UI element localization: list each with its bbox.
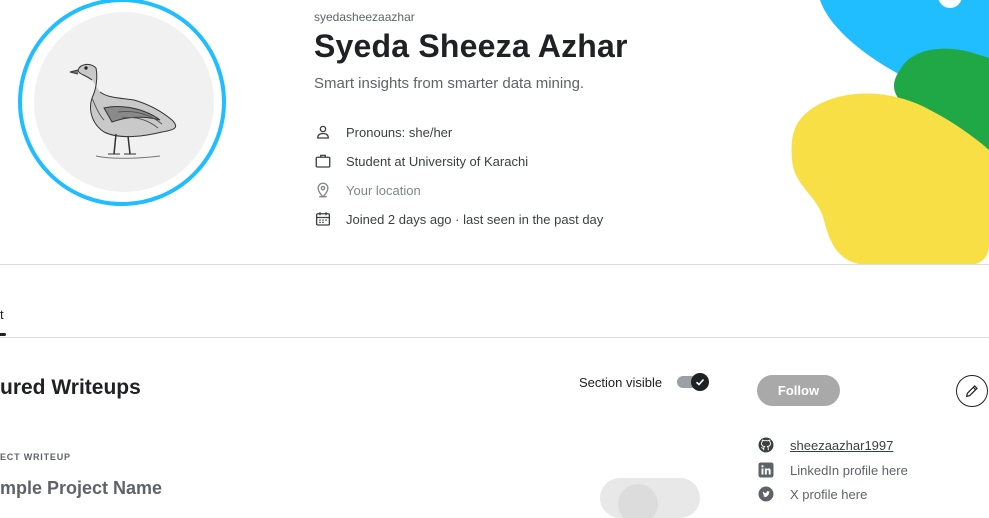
section-title: ured Writeups (0, 376, 141, 399)
tab-active-indicator (0, 333, 6, 336)
meta-occupation: Student at University of Karachi (314, 152, 528, 170)
github-icon (758, 437, 774, 453)
social-linkedin[interactable]: LinkedIn profile here (757, 461, 908, 479)
meta-location: Your location (314, 181, 421, 199)
briefcase-icon (315, 154, 331, 168)
toggle-knob[interactable] (691, 373, 709, 391)
pencil-icon (965, 385, 978, 398)
person-icon (317, 125, 329, 139)
meta-joined-text: Joined 2 days ago · last seen in the pas… (346, 211, 604, 227)
meta-pronouns: Pronouns: she/her (314, 123, 452, 141)
tab-active[interactable]: t (0, 307, 4, 322)
meta-location-text: Your location (346, 182, 421, 198)
location-pin-icon (317, 182, 329, 198)
calendar-icon (315, 212, 331, 226)
meta-occupation-text: Student at University of Karachi (346, 153, 529, 169)
avatar[interactable] (34, 12, 214, 192)
github-link[interactable]: sheezaazhar1997 (790, 438, 893, 453)
linkedin-icon (758, 462, 774, 478)
username: syedasheezaazhar (314, 10, 415, 24)
decorative-blobs (791, 0, 989, 265)
linkedin-placeholder[interactable]: LinkedIn profile here (790, 463, 908, 478)
meta-pronouns-text: Pronouns: she/her (346, 124, 453, 140)
writeup-title[interactable]: mple Project Name (0, 478, 162, 499)
tabs-divider (0, 337, 989, 338)
check-icon (695, 378, 705, 386)
writeup-kicker: ECT WRITEUP (0, 452, 71, 462)
social-github[interactable]: sheezaazhar1997 (757, 436, 893, 454)
writeup-thumbnail[interactable] (600, 478, 700, 518)
section-visible-label: Section visible (579, 375, 663, 390)
twitter-placeholder[interactable]: X profile here (790, 487, 867, 502)
twitter-icon (758, 486, 774, 502)
page-title: Syeda Sheeza Azhar (314, 28, 628, 64)
follow-button[interactable]: Follow (757, 375, 840, 406)
header-divider (0, 264, 989, 265)
social-twitter[interactable]: X profile here (757, 485, 867, 503)
meta-joined: Joined 2 days ago · last seen in the pas… (314, 210, 603, 228)
goose-illustration (69, 63, 177, 159)
edit-profile-button[interactable] (956, 375, 988, 407)
profile-tagline: Smart insights from smarter data mining. (314, 75, 585, 92)
